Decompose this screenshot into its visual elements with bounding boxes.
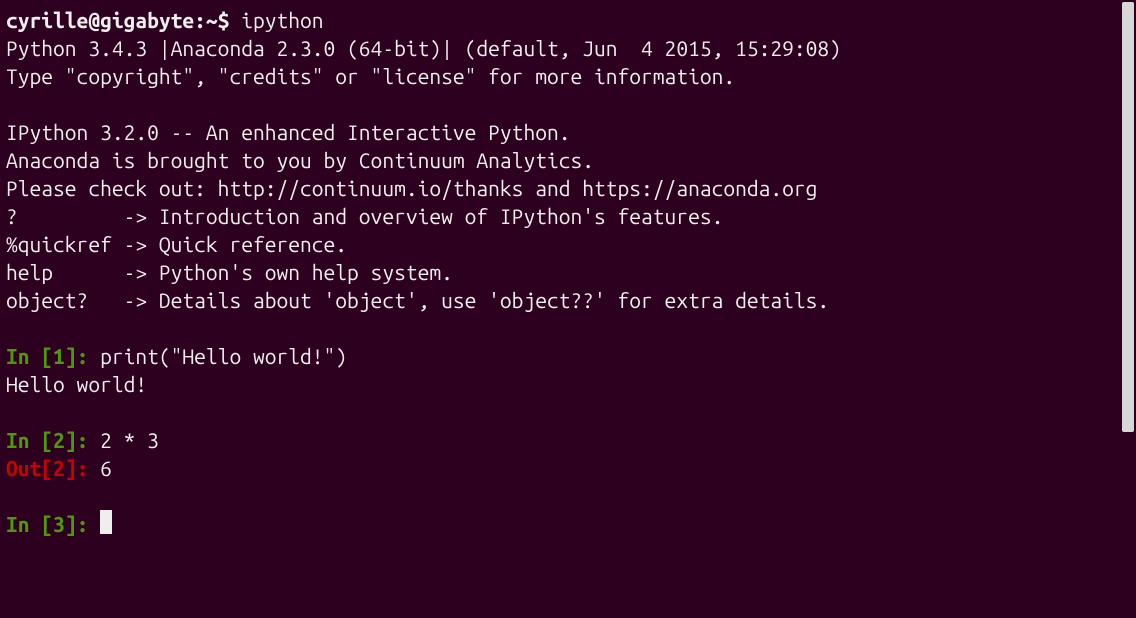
out-num-2: 2 xyxy=(53,456,65,480)
banner-line-2: Type "copyright", "credits" or "license"… xyxy=(6,62,1114,90)
out-suffix-2: ]: xyxy=(65,456,100,480)
stdout-1: Hello world! xyxy=(6,370,1114,398)
banner-line-4: Anaconda is brought to you by Continuum … xyxy=(6,146,1114,174)
blank-line xyxy=(6,482,1114,510)
in-code-2: 2 * 3 xyxy=(100,428,159,452)
in-prompt-3: In [ xyxy=(6,512,53,536)
in-3-line[interactable]: In [3]: xyxy=(6,510,1114,538)
banner-line-9: object? -> Details about 'object', use '… xyxy=(6,286,1114,314)
shell-command: ipython xyxy=(241,8,323,32)
in-num-3: 3 xyxy=(53,512,65,536)
cursor-block xyxy=(100,510,112,534)
in-prompt-2: In [ xyxy=(6,428,53,452)
in-num-2: 2 xyxy=(53,428,65,452)
in-prompt-1: In [ xyxy=(6,344,53,368)
in-1-line: In [1]: print("Hello world!") xyxy=(6,342,1114,370)
shell-prompt-line: cyrille@gigabyte:~$ ipython xyxy=(6,6,1114,34)
out-prompt-2: Out[ xyxy=(6,456,53,480)
banner-line-6: ? -> Introduction and overview of IPytho… xyxy=(6,202,1114,230)
banner-line-1: Python 3.4.3 |Anaconda 2.3.0 (64-bit)| (… xyxy=(6,34,1114,62)
blank-line xyxy=(6,314,1114,342)
terminal-area[interactable]: cyrille@gigabyte:~$ ipython Python 3.4.3… xyxy=(0,0,1120,618)
in-suffix-2: ]: xyxy=(65,428,100,452)
scrollbar-thumb[interactable] xyxy=(1122,2,1134,432)
banner-line-8: help -> Python's own help system. xyxy=(6,258,1114,286)
in-num-1: 1 xyxy=(53,344,65,368)
in-2-line: In [2]: 2 * 3 xyxy=(6,426,1114,454)
banner-line-5: Please check out: http://continuum.io/th… xyxy=(6,174,1114,202)
in-suffix-3: ]: xyxy=(65,512,100,536)
scrollbar-track[interactable] xyxy=(1120,0,1136,618)
out-val-2: 6 xyxy=(100,456,112,480)
banner-line-7: %quickref -> Quick reference. xyxy=(6,230,1114,258)
in-suffix-1: ]: xyxy=(65,344,100,368)
in-code-1: print("Hello world!") xyxy=(100,344,347,368)
blank-line xyxy=(6,398,1114,426)
out-2-line: Out[2]: 6 xyxy=(6,454,1114,482)
banner-line-3: IPython 3.2.0 -- An enhanced Interactive… xyxy=(6,118,1114,146)
shell-prompt: cyrille@gigabyte:~$ xyxy=(6,8,241,32)
banner-blank-1 xyxy=(6,90,1114,118)
